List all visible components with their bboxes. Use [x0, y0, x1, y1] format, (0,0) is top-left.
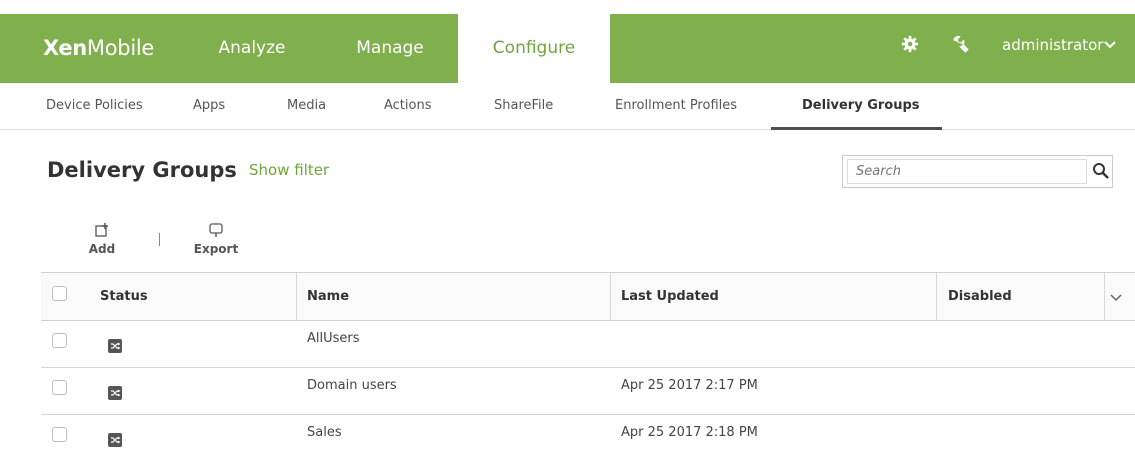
column-name[interactable]: Name	[307, 273, 349, 320]
nav-tab-analyze[interactable]: Analyze	[207, 14, 297, 83]
row-checkbox[interactable]	[52, 380, 67, 395]
subnav-media[interactable]: Media	[287, 98, 326, 113]
subnav-enrollment-profiles[interactable]: Enrollment Profiles	[615, 98, 737, 113]
subnav-delivery-groups[interactable]: Delivery Groups	[802, 98, 920, 113]
cell-name: Sales	[307, 425, 342, 440]
nav-tab-manage[interactable]: Manage	[345, 14, 435, 83]
table-row[interactable]: Sales Apr 25 2017 2:18 PM	[41, 415, 1135, 455]
search-box	[842, 155, 1113, 188]
subnav-actions[interactable]: Actions	[384, 98, 432, 113]
column-divider	[296, 273, 297, 320]
row-checkbox[interactable]	[52, 333, 67, 348]
cell-name: AllUsers	[307, 331, 360, 346]
search-field-frame	[847, 159, 1087, 184]
shuffle-status-icon	[108, 433, 122, 447]
column-menu-chevron-icon[interactable]	[1110, 293, 1122, 303]
add-label: Add	[88, 242, 116, 256]
column-divider	[610, 273, 611, 320]
select-all-checkbox[interactable]	[52, 286, 67, 301]
cell-name: Domain users	[307, 378, 397, 393]
search-input[interactable]	[856, 160, 1081, 183]
row-checkbox[interactable]	[52, 427, 67, 442]
shuffle-status-icon	[108, 339, 122, 353]
subnav-apps[interactable]: Apps	[193, 98, 225, 113]
column-status[interactable]: Status	[100, 273, 148, 320]
column-disabled[interactable]: Disabled	[948, 273, 1012, 320]
table-header: Status Name Last Updated Disabled	[41, 272, 1135, 321]
export-label: Export	[193, 242, 239, 256]
user-menu[interactable]: administrator	[1002, 36, 1103, 54]
subnav-device-policies[interactable]: Device Policies	[46, 98, 143, 113]
subnav-sharefile[interactable]: ShareFile	[494, 98, 553, 113]
column-last-updated[interactable]: Last Updated	[621, 273, 719, 320]
sub-navigation: Device Policies Apps Media Actions Share…	[0, 83, 1135, 130]
column-divider	[1104, 273, 1105, 320]
brand-logo[interactable]: XenMobile	[43, 36, 154, 60]
cell-last-updated: Apr 25 2017 2:17 PM	[621, 378, 758, 393]
active-tab-underline	[771, 127, 942, 130]
action-separator	[159, 233, 160, 246]
add-button[interactable]: Add	[85, 222, 119, 256]
table-row[interactable]: Domain users Apr 25 2017 2:17 PM	[41, 368, 1135, 415]
add-icon	[95, 223, 108, 237]
nav-tab-configure[interactable]: Configure	[458, 14, 610, 83]
search-icon[interactable]	[1092, 162, 1110, 180]
export-button[interactable]: Export	[193, 222, 239, 256]
chevron-down-icon[interactable]	[1104, 40, 1116, 50]
top-bar: XenMobile Analyze Manage Configure admin…	[0, 0, 1135, 83]
shuffle-status-icon	[108, 386, 122, 400]
table-row[interactable]: AllUsers	[41, 321, 1135, 368]
wrench-icon[interactable]	[951, 35, 969, 53]
export-icon	[209, 223, 223, 237]
cell-last-updated: Apr 25 2017 2:18 PM	[621, 425, 758, 440]
show-filter-link[interactable]: Show filter	[249, 161, 329, 179]
column-divider	[936, 273, 937, 320]
gear-icon[interactable]	[901, 35, 919, 53]
page-title: Delivery Groups	[47, 158, 237, 182]
